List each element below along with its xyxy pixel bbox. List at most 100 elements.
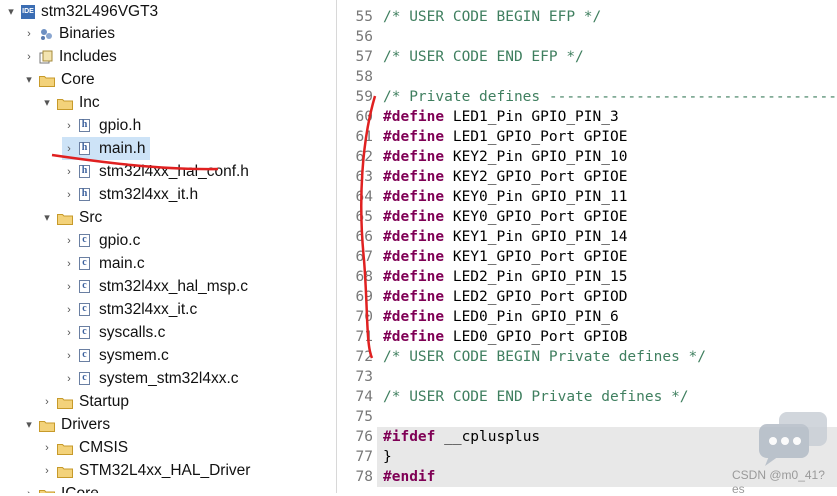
- line-number: 57: [355, 49, 373, 65]
- code-line[interactable]: #define LED2_GPIO_Port GPIOD: [383, 287, 627, 307]
- code-line[interactable]: /* USER CODE BEGIN Private defines */: [383, 347, 706, 367]
- collapse-arrow-icon[interactable]: ›: [62, 229, 76, 252]
- code-line[interactable]: #endif: [383, 467, 435, 487]
- collapse-arrow-icon[interactable]: ›: [40, 390, 54, 413]
- expand-arrow-icon[interactable]: ▾: [40, 91, 54, 114]
- expand-arrow-icon[interactable]: ▾: [4, 0, 18, 23]
- code-text: LED1_GPIO_Port GPIOE: [444, 129, 628, 145]
- code-line[interactable]: #define KEY0_Pin GPIO_PIN_11: [383, 187, 627, 207]
- tree-item[interactable]: › CMSIS: [40, 436, 128, 459]
- tree-item-label: stm32L496VGT3: [41, 2, 159, 20]
- tree-item[interactable]: ▾ IDE stm32L496VGT3: [4, 0, 158, 23]
- tree-item-label: CMSIS: [79, 438, 129, 456]
- code-line[interactable]: #define KEY0_GPIO_Port GPIOE: [383, 207, 627, 227]
- code-line[interactable]: #define LED1_GPIO_Port GPIOE: [383, 127, 627, 147]
- folder-icon: [57, 397, 73, 409]
- line-number: 72: [355, 349, 373, 365]
- tree-item[interactable]: › Binaries: [22, 22, 115, 45]
- tree-item[interactable]: › STM32L4xx_HAL_Driver: [40, 459, 250, 482]
- line-number: 63: [355, 169, 373, 185]
- tree-item[interactable]: › c sysmem.c: [62, 344, 169, 367]
- code-line[interactable]: #define KEY1_GPIO_Port GPIOE: [383, 247, 627, 267]
- collapse-arrow-icon[interactable]: ›: [22, 482, 36, 494]
- chat-bubble-icon[interactable]: [757, 410, 829, 466]
- collapse-arrow-icon[interactable]: ›: [62, 298, 76, 321]
- code-line[interactable]: #define KEY2_GPIO_Port GPIOE: [383, 167, 627, 187]
- code-line[interactable]: #define LED2_Pin GPIO_PIN_15: [383, 267, 627, 287]
- collapse-arrow-icon[interactable]: ›: [40, 459, 54, 482]
- preprocessor-keyword: #define: [383, 269, 445, 285]
- preprocessor-keyword: #define: [383, 249, 445, 265]
- collapse-arrow-icon[interactable]: ›: [62, 114, 76, 137]
- preprocessor-keyword: #define: [383, 169, 445, 185]
- preprocessor-keyword: #define: [383, 109, 445, 125]
- line-number: 67: [355, 249, 373, 265]
- code-comment: /* Private defines ---------------------…: [383, 89, 837, 105]
- tree-item[interactable]: ▾ Inc: [40, 91, 99, 114]
- c-file-icon: c: [79, 302, 93, 317]
- code-line[interactable]: #define LED0_Pin GPIO_PIN_6: [383, 307, 619, 327]
- collapse-arrow-icon[interactable]: ›: [62, 321, 76, 344]
- tree-item-label: syscalls.c: [99, 323, 166, 341]
- header-file-icon: h: [79, 187, 93, 202]
- expand-arrow-icon[interactable]: ▾: [22, 413, 36, 436]
- code-line[interactable]: }: [383, 447, 392, 467]
- code-text: KEY0_GPIO_Port GPIOE: [444, 209, 628, 225]
- tree-item[interactable]: ▾ Src: [40, 206, 102, 229]
- collapse-arrow-icon[interactable]: ›: [22, 22, 36, 45]
- code-line[interactable]: /* USER CODE END EFP */: [383, 47, 584, 67]
- preprocessor-keyword: #ifdef: [383, 429, 436, 445]
- tree-item[interactable]: › c gpio.c: [62, 229, 140, 252]
- tree-item[interactable]: › c main.c: [62, 252, 145, 275]
- tree-item[interactable]: › c stm32l4xx_hal_msp.c: [62, 275, 248, 298]
- code-text: LED0_GPIO_Port GPIOB: [444, 329, 628, 345]
- tree-item[interactable]: › Startup: [40, 390, 129, 413]
- collapse-arrow-icon[interactable]: ›: [62, 367, 76, 390]
- tree-item[interactable]: › c system_stm32l4xx.c: [62, 367, 238, 390]
- tree-item[interactable]: › ICore: [22, 482, 99, 493]
- collapse-arrow-icon[interactable]: ›: [62, 252, 76, 275]
- preprocessor-keyword: #define: [383, 289, 445, 305]
- line-number: 61: [355, 129, 373, 145]
- tree-item-label: Binaries: [59, 24, 115, 42]
- tree-item[interactable]: › h gpio.h: [62, 114, 141, 137]
- collapse-arrow-icon[interactable]: ›: [62, 160, 76, 183]
- collapse-arrow-icon[interactable]: ›: [40, 436, 54, 459]
- tree-item[interactable]: › h stm32l4xx_hal_conf.h: [62, 160, 249, 183]
- tree-item[interactable]: › h stm32l4xx_it.h: [62, 183, 198, 206]
- tree-item-label: stm32l4xx_it.h: [99, 185, 199, 203]
- tree-item-label: stm32l4xx_hal_conf.h: [99, 162, 249, 180]
- code-line[interactable]: #ifdef __cplusplus: [383, 427, 540, 447]
- line-number: 58: [355, 69, 373, 85]
- tree-item-label: stm32l4xx_it.c: [99, 300, 198, 318]
- code-line[interactable]: /* USER CODE BEGIN EFP */: [383, 7, 601, 27]
- code-line[interactable]: #define KEY2_Pin GPIO_PIN_10: [383, 147, 627, 167]
- code-line[interactable]: /* USER CODE END Private defines */: [383, 387, 689, 407]
- c-file-icon: c: [79, 348, 93, 363]
- line-number: 76: [355, 429, 373, 445]
- tree-item-label: STM32L4xx_HAL_Driver: [79, 461, 251, 479]
- tree-item[interactable]: › c stm32l4xx_it.c: [62, 298, 197, 321]
- tree-item[interactable]: ▾ Core: [22, 68, 94, 91]
- code-line[interactable]: #define KEY1_Pin GPIO_PIN_14: [383, 227, 627, 247]
- tree-item-label: sysmem.c: [99, 346, 169, 364]
- code-text: KEY0_Pin GPIO_PIN_11: [444, 189, 628, 205]
- collapse-arrow-icon[interactable]: ›: [62, 137, 76, 160]
- line-number: 66: [355, 229, 373, 245]
- line-number: 69: [355, 289, 373, 305]
- tree-item[interactable]: › c syscalls.c: [62, 321, 165, 344]
- collapse-arrow-icon[interactable]: ›: [62, 275, 76, 298]
- code-line[interactable]: #define LED1_Pin GPIO_PIN_3: [383, 107, 619, 127]
- tree-item[interactable]: ▾ Drivers: [22, 413, 110, 436]
- expand-arrow-icon[interactable]: ▾: [40, 206, 54, 229]
- tree-item[interactable]: › h main.h: [62, 137, 150, 160]
- tree-item[interactable]: › Includes: [22, 45, 117, 68]
- code-line[interactable]: /* Private defines ---------------------…: [383, 87, 837, 107]
- code-line[interactable]: #define LED0_GPIO_Port GPIOB: [383, 327, 627, 347]
- collapse-arrow-icon[interactable]: ›: [22, 45, 36, 68]
- tree-item-label: gpio.h: [99, 116, 142, 134]
- collapse-arrow-icon[interactable]: ›: [62, 344, 76, 367]
- collapse-arrow-icon[interactable]: ›: [62, 183, 76, 206]
- expand-arrow-icon[interactable]: ▾: [22, 68, 36, 91]
- c-file-icon: c: [79, 279, 93, 294]
